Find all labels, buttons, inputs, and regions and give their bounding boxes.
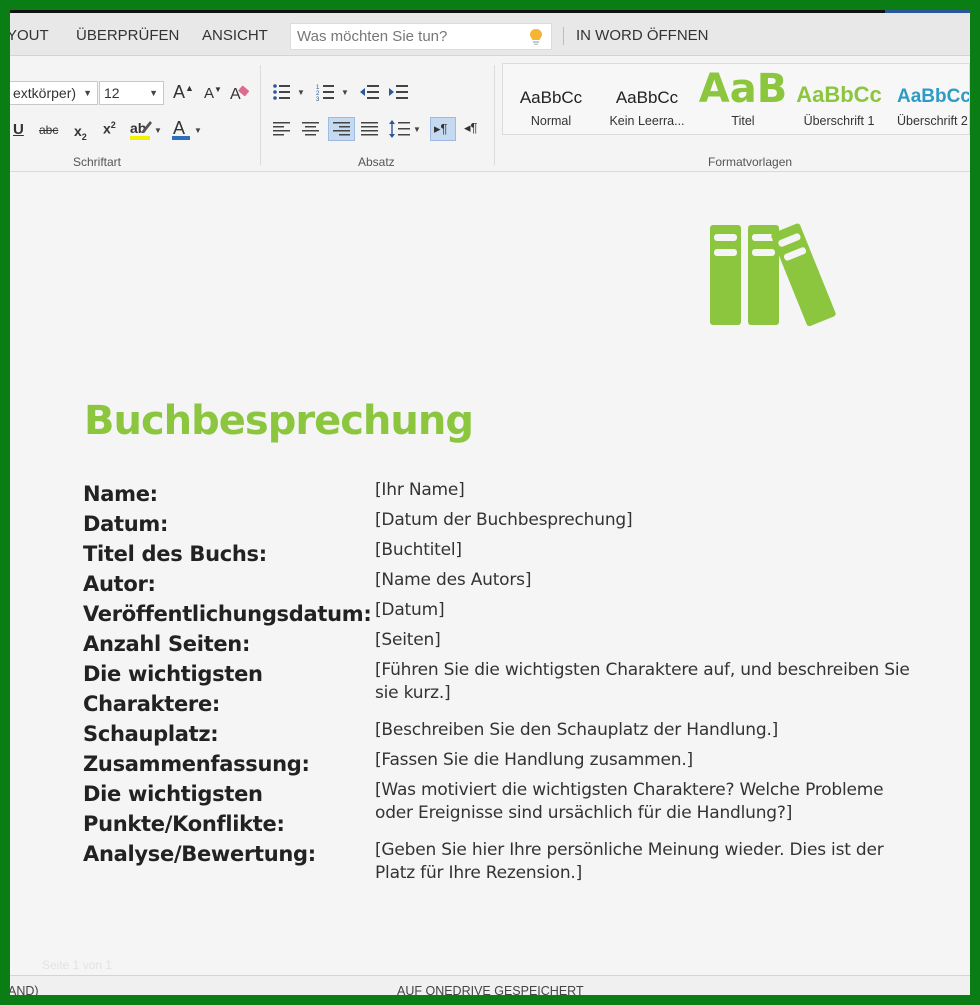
field-value-summary[interactable]: [Fassen Sie die Handlung zusammen.] — [375, 749, 915, 772]
align-right-icon — [333, 122, 350, 136]
style-name: Normal — [530, 114, 572, 128]
justify-icon[interactable] — [360, 120, 380, 138]
tab-ueberpruefen[interactable]: ÜBERPRÜFEN — [76, 27, 179, 44]
field-value-conflicts[interactable]: [Was motiviert die wichtigsten Charakter… — [375, 779, 915, 825]
field-label-summary[interactable]: Zusammenfassung: — [83, 749, 310, 779]
style-heading-1[interactable]: AaBbCc Überschrift 1 — [791, 64, 887, 134]
group-separator — [494, 65, 495, 165]
style-sample: AaB — [698, 66, 788, 112]
page-indicator: Seite 1 von 1 — [42, 958, 113, 972]
field-label-conflicts[interactable]: Die wichtigsten Punkte/Konflikte: — [83, 779, 313, 839]
svg-text:▼: ▼ — [194, 126, 202, 135]
field-label-analysis[interactable]: Analyse/Bewertung: — [83, 839, 316, 869]
group-label-styles: Formatvorlagen — [708, 155, 793, 169]
field-value-book-title[interactable]: [Buchtitel] — [375, 539, 915, 562]
svg-text:3: 3 — [316, 97, 320, 102]
menu-bar: YOUT ÜBERPRÜFEN ANSICHT IN WORD ÖFFNEN — [10, 13, 970, 56]
group-label-font: Schriftart — [73, 155, 122, 169]
open-in-word-button[interactable]: IN WORD ÖFFNEN — [576, 27, 709, 44]
style-normal[interactable]: AaBbCc Normal — [503, 64, 599, 134]
line-spacing-icon[interactable]: ▼ — [388, 119, 422, 139]
tell-me-input[interactable] — [291, 24, 511, 49]
field-value-analysis[interactable]: [Geben Sie hier Ihre persönliche Meinung… — [375, 839, 915, 885]
tab-layout[interactable]: YOUT — [10, 27, 49, 44]
field-value-page-count[interactable]: [Seiten] — [375, 629, 915, 652]
svg-text:A: A — [230, 86, 241, 103]
field-value-publication-date[interactable]: [Datum] — [375, 599, 915, 622]
tab-ansicht[interactable]: ANSICHT — [202, 27, 268, 44]
style-name: Überschrift 2 — [897, 114, 968, 128]
status-language[interactable]: AND) — [10, 984, 39, 995]
field-label-characters[interactable]: Die wichtigsten Charaktere: — [83, 659, 313, 719]
shrink-font-icon[interactable]: A▼ — [204, 85, 222, 102]
styles-gallery: AaBbCc Normal AaBbCc Kein Leerra... AaB … — [502, 63, 970, 135]
style-sample: AaBbCc — [897, 86, 970, 107]
align-left-icon[interactable] — [272, 120, 292, 138]
tell-me-box[interactable] — [290, 23, 552, 50]
status-bar: AND) AUF ONEDRIVE GESPEICHERT — [10, 975, 970, 995]
font-size-value: 12 — [104, 85, 120, 101]
field-label-book-title[interactable]: Titel des Buchs: — [83, 539, 267, 569]
ltr-button[interactable]: ▸¶ — [430, 117, 456, 141]
chevron-down-icon: ▼ — [83, 88, 92, 98]
field-label-setting[interactable]: Schauplatz: — [83, 719, 219, 749]
document-canvas[interactable]: Buchbesprechung Name: [Ihr Name] Datum: … — [10, 173, 970, 975]
font-name-value: extkörper) — [13, 85, 77, 101]
books-icon — [710, 223, 836, 327]
lightbulb-icon — [530, 29, 542, 45]
style-name: Überschrift 1 — [803, 114, 875, 128]
field-value-name[interactable]: [Ihr Name] — [375, 479, 915, 502]
chevron-down-icon: ▼ — [149, 88, 158, 98]
svg-text:ab: ab — [130, 120, 146, 136]
svg-text:A: A — [173, 118, 185, 138]
style-sample: AaBbCc — [519, 88, 583, 107]
field-value-setting[interactable]: [Beschreiben Sie den Schauplatz der Hand… — [375, 719, 915, 742]
svg-text:▼: ▼ — [341, 88, 349, 97]
style-sample: AaBbCc — [796, 82, 882, 107]
group-label-paragraph: Absatz — [358, 155, 395, 169]
field-label-name[interactable]: Name: — [83, 479, 158, 509]
document-title[interactable]: Buchbesprechung — [84, 398, 474, 444]
svg-text:▼: ▼ — [154, 126, 162, 135]
font-name-combo[interactable]: extkörper) ▼ — [10, 81, 98, 105]
menu-separator — [563, 27, 564, 45]
superscript-icon[interactable]: x2 — [103, 120, 116, 137]
style-sample: AaBbCc — [615, 88, 679, 107]
style-heading-2[interactable]: AaBbCc Überschrift 2 — [887, 64, 970, 134]
svg-text:▼: ▼ — [413, 125, 421, 134]
grow-font-icon[interactable]: A▲ — [173, 82, 194, 103]
decrease-indent-icon[interactable] — [359, 82, 381, 102]
field-value-characters[interactable]: [Führen Sie die wichtigsten Charaktere a… — [375, 659, 915, 705]
font-size-combo[interactable]: 12 ▼ — [99, 81, 164, 105]
field-label-date[interactable]: Datum: — [83, 509, 168, 539]
style-name: Kein Leerra... — [609, 114, 685, 128]
subscript-icon[interactable]: x2 — [74, 123, 87, 142]
style-name: Titel — [731, 114, 755, 128]
field-value-author[interactable]: [Name des Autors] — [375, 569, 915, 592]
style-title[interactable]: AaB Titel — [695, 64, 791, 134]
bullet-list-icon[interactable]: ▼ — [272, 82, 308, 102]
status-saved: AUF ONEDRIVE GESPEICHERT — [397, 984, 584, 995]
group-separator — [260, 65, 261, 165]
clear-formatting-icon[interactable]: A — [229, 82, 251, 104]
ltr-paragraph-icon: ▸¶ — [434, 121, 448, 136]
field-label-publication-date[interactable]: Veröffentlichungsdatum: — [83, 599, 372, 629]
ribbon: extkörper) ▼ 12 ▼ A▲ A▼ A U abc x2 x2 ab… — [10, 57, 970, 172]
field-value-date[interactable]: [Datum der Buchbesprechung] — [375, 509, 915, 532]
font-color-icon[interactable]: A ▼ — [170, 117, 204, 143]
highlight-icon[interactable]: ab ▼ — [128, 117, 162, 143]
numbered-list-icon[interactable]: 123 ▼ — [316, 82, 352, 102]
underline-icon[interactable]: U — [13, 121, 24, 138]
svg-text:▼: ▼ — [297, 88, 305, 97]
word-online-window: YOUT ÜBERPRÜFEN ANSICHT IN WORD ÖFFNEN e… — [10, 10, 970, 995]
align-right-button[interactable] — [328, 117, 355, 141]
strikethrough-icon[interactable]: abc — [39, 123, 58, 137]
style-no-spacing[interactable]: AaBbCc Kein Leerra... — [599, 64, 695, 134]
rtl-paragraph-icon[interactable]: ◂¶ — [464, 120, 478, 136]
field-label-page-count[interactable]: Anzahl Seiten: — [83, 629, 250, 659]
increase-indent-icon[interactable] — [388, 82, 410, 102]
align-center-icon[interactable] — [301, 120, 321, 138]
field-label-author[interactable]: Autor: — [83, 569, 156, 599]
